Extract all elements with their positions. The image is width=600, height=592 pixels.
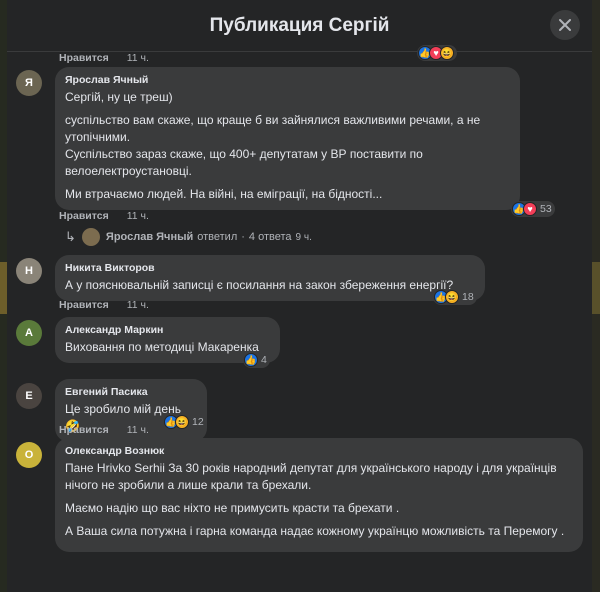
haha-icon: 😆 — [175, 415, 189, 429]
comment-time[interactable]: 11 ч. — [127, 424, 149, 436]
reaction-summary[interactable]: 👍 ♥ 53 — [511, 201, 555, 217]
close-button[interactable] — [550, 10, 580, 40]
comment-author[interactable]: Евгений Пасика — [65, 385, 197, 399]
comment-paragraph: Маємо надію що вас ніхто не примусить кр… — [65, 501, 400, 515]
comment-paragraph: Це зробило мій день — [65, 402, 181, 416]
dialog-header: Публикация Сергій — [7, 0, 592, 52]
page-backdrop-right — [592, 0, 600, 592]
avatar[interactable]: Я — [16, 70, 42, 96]
reaction-count: 18 — [462, 291, 474, 303]
comment-actions: Нравится 11 ч. — [59, 52, 149, 64]
dialog-title: Публикация Сергій — [209, 14, 390, 36]
like-icon: 👍 — [244, 353, 258, 367]
comment-paragraph: Сергій, ну це треш) — [65, 90, 173, 104]
reply-author: Ярослав Ячный — [105, 231, 194, 243]
comment-author[interactable]: Александр Маркин — [65, 323, 270, 337]
comment-paragraph: Пане Hrivko Serhii За 30 років народний … — [65, 461, 557, 492]
comment-bubble: Никита Викторов А у пояснювальній записц… — [55, 255, 485, 301]
avatar[interactable]: О — [16, 442, 42, 468]
comment-time[interactable]: 11 ч. — [127, 299, 149, 311]
comment-bubble: Ярослав Ячный Сергій, ну це треш) суспіл… — [55, 67, 520, 210]
comment-text: Виховання по методиці Макаренка — [65, 339, 270, 356]
haha-icon: 😆 — [440, 46, 454, 60]
close-icon — [559, 19, 571, 31]
reply-separator: · — [241, 231, 245, 243]
comment-bubble: Олександр Вознюк Пане Hrivko Serhii За 3… — [55, 438, 583, 552]
comment-paragraph: А Ваша сила потужна і гарна команда нада… — [65, 524, 565, 538]
reply-time: 9 ч. — [295, 231, 312, 243]
comment-author[interactable]: Ярослав Ячный — [65, 73, 510, 87]
love-icon: ♥ — [523, 202, 537, 216]
comment-text: Сергій, ну це треш) суспільство вам скаж… — [65, 89, 510, 203]
comment-paragraph: А у пояснювальній записці є посилання на… — [65, 278, 454, 292]
reply-avatar — [81, 228, 100, 246]
haha-icon: 😆 — [445, 290, 459, 304]
reaction-summary[interactable]: 👍 😆 18 — [433, 289, 477, 305]
view-replies-link[interactable]: ↳ Ярослав Ячный ответил · 4 ответа 9 ч. — [65, 228, 312, 246]
backdrop-stripe — [592, 262, 600, 314]
comment-actions: Нравится 11 ч. — [59, 424, 149, 436]
reaction-summary[interactable]: 👍 ♥ 😆 — [417, 45, 457, 61]
comment-time[interactable]: 11 ч. — [127, 210, 149, 222]
reaction-summary[interactable]: 👍 4 — [243, 352, 270, 368]
comment-actions: Нравится 11 ч. — [59, 210, 149, 222]
like-link[interactable]: Нравится — [59, 210, 109, 222]
comment-paragraph: суспільство вам скаже, що краще б ви зай… — [65, 113, 481, 178]
comment-text: Пане Hrivko Serhii За 30 років народний … — [65, 460, 573, 540]
comment-time[interactable]: 11 ч. — [127, 52, 149, 64]
comment-text: А у пояснювальній записці є посилання на… — [65, 277, 475, 294]
like-link[interactable]: Нравится — [59, 52, 109, 64]
avatar[interactable]: Н — [16, 258, 42, 284]
comment-author[interactable]: Никита Викторов — [65, 261, 475, 275]
reaction-summary[interactable]: 👍 😆 12 — [163, 414, 207, 430]
reply-arrow-icon: ↳ — [65, 229, 76, 244]
reply-action: ответил — [197, 231, 238, 243]
comment-paragraph: Ми втрачаємо людей. На війні, на еміграц… — [65, 187, 383, 201]
page-backdrop-left — [0, 0, 7, 592]
reply-count: 4 ответа — [248, 231, 292, 243]
reaction-count: 12 — [192, 416, 204, 428]
comment-paragraph: Виховання по методиці Макаренка — [65, 340, 259, 354]
like-link[interactable]: Нравится — [59, 424, 109, 436]
like-link[interactable]: Нравится — [59, 299, 109, 311]
comment-actions: Нравится 11 ч. — [59, 299, 149, 311]
avatar[interactable]: А — [16, 320, 42, 346]
reaction-count: 53 — [540, 203, 552, 215]
avatar[interactable]: Е — [16, 383, 42, 409]
reaction-count: 4 — [261, 354, 267, 366]
backdrop-stripe — [0, 262, 7, 314]
comments-feed: Нравится 11 ч. 👍 ♥ 😆 Я Ярослав Ячный Сер… — [7, 45, 592, 592]
comment-author[interactable]: Олександр Вознюк — [65, 444, 573, 458]
post-dialog: Публикация Сергій Нравится 11 ч. 👍 ♥ 😆 Я… — [7, 0, 592, 592]
